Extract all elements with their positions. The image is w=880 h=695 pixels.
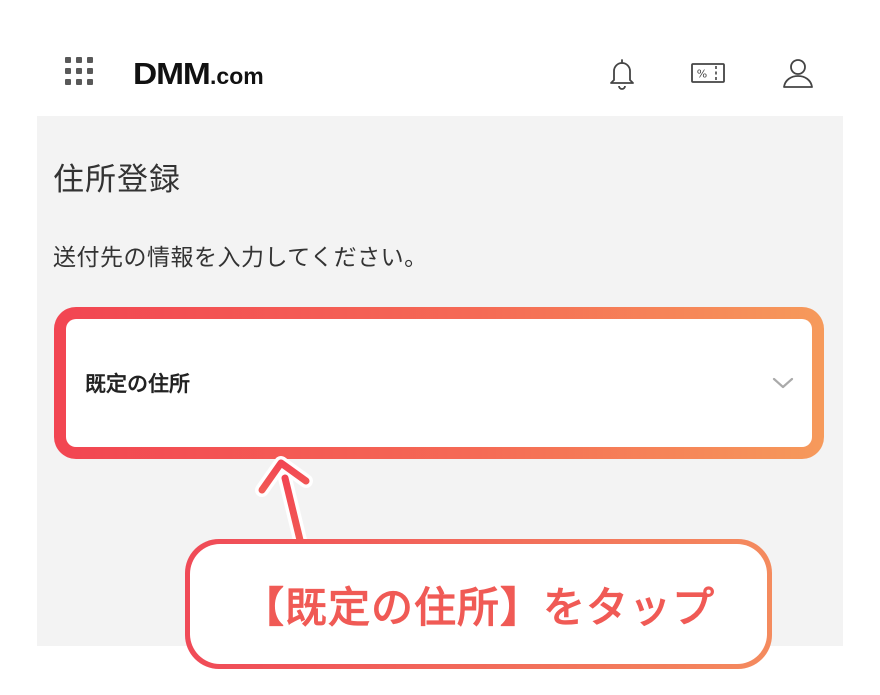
logo-main: DMM (133, 56, 211, 91)
callout-inner: 【既定の住所】をタップ (190, 544, 767, 664)
header-bar: DMM .com % (37, 36, 843, 116)
logo-suffix: .com (210, 63, 264, 89)
dmm-logo[interactable]: DMM .com (133, 56, 264, 92)
user-icon[interactable] (779, 54, 817, 92)
instruction-callout: 【既定の住所】をタップ (185, 539, 772, 669)
coupon-icon[interactable]: % (689, 54, 727, 92)
page-title: 住所登録 (53, 162, 181, 198)
callout-text: 【既定の住所】をタップ (241, 582, 715, 632)
page-description: 送付先の情報を入力してください。 (53, 245, 428, 271)
default-address-select[interactable]: 既定の住所 (66, 319, 812, 447)
highlight-frame: 既定の住所 (54, 307, 824, 459)
chevron-down-icon (772, 377, 794, 389)
coupon-percent: % (697, 68, 707, 81)
grid-menu-icon[interactable] (65, 57, 95, 87)
default-address-label: 既定の住所 (85, 372, 190, 396)
bell-icon[interactable] (603, 54, 641, 92)
